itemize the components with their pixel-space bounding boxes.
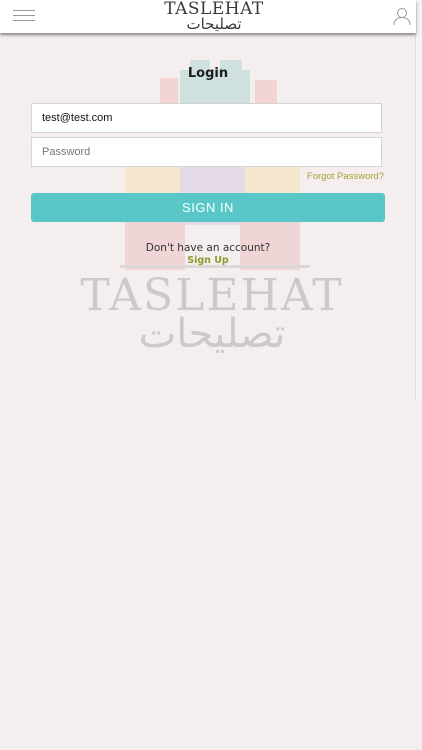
page-title: Login [187, 66, 229, 81]
email-input[interactable] [31, 103, 382, 133]
top-bar: TASLEHAT تصليحات [0, 0, 416, 33]
hamburger-menu-icon[interactable] [13, 10, 35, 22]
forgot-password-link[interactable]: Forgot Password? [307, 171, 384, 182]
user-outline-icon[interactable] [392, 6, 412, 26]
password-input[interactable] [31, 137, 382, 167]
no-account-text: Don't have an account? [145, 242, 271, 254]
watermark-text-ar: تصليحات [138, 311, 286, 357]
sign-in-button[interactable]: SIGN IN [31, 193, 385, 222]
scrollbar-edge [415, 0, 422, 400]
app-logo: TASLEHAT تصليحات [150, 1, 278, 32]
logo-text-ar: تصليحات [186, 15, 242, 33]
sign-up-link[interactable]: Sign Up [0, 255, 416, 266]
